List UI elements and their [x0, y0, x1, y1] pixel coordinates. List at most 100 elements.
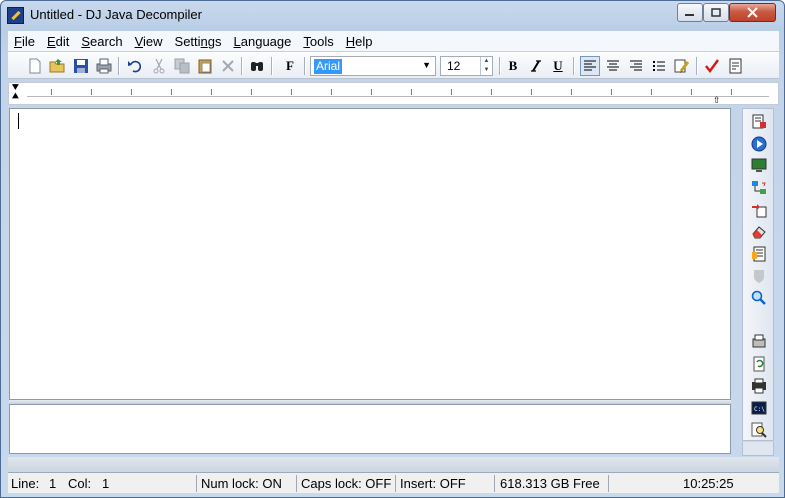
- toolbar-separator: [499, 57, 501, 75]
- find-button[interactable]: [247, 56, 267, 76]
- new-file-button[interactable]: [25, 56, 45, 76]
- chevron-down-icon[interactable]: ▼: [422, 60, 431, 70]
- delete-x-icon: [222, 60, 234, 72]
- scissors-icon: [153, 58, 165, 74]
- menu-file[interactable]: File: [8, 34, 41, 49]
- copy-button[interactable]: [172, 56, 192, 76]
- eraser-button[interactable]: [750, 223, 768, 241]
- menu-edit[interactable]: Edit: [41, 34, 75, 49]
- bullets-button[interactable]: [649, 56, 669, 76]
- status-separator: [196, 475, 197, 492]
- col-value: 1: [102, 476, 110, 491]
- status-separator: [608, 475, 609, 492]
- source-editor[interactable]: [9, 108, 731, 400]
- disassemble-button[interactable]: [750, 377, 768, 395]
- ruler-tick: [571, 89, 572, 95]
- align-center-button[interactable]: [603, 56, 623, 76]
- ruler-tick: [131, 89, 132, 95]
- output-pane[interactable]: [9, 404, 731, 454]
- menu-settings[interactable]: Settings: [169, 34, 228, 49]
- ruler-tick: [91, 89, 92, 95]
- ruler-tick: [211, 89, 212, 95]
- col-label: Col:: [68, 476, 92, 491]
- status-separator: [494, 475, 495, 492]
- archive-button[interactable]: [750, 201, 768, 219]
- binoculars-icon: [251, 62, 263, 71]
- cut-button[interactable]: [149, 56, 169, 76]
- title-bar[interactable]: Untitled - DJ Java Decompiler: [1, 1, 784, 30]
- bold-button[interactable]: B: [503, 56, 523, 76]
- minimize-button[interactable]: [677, 3, 703, 22]
- right-margin-marker-icon[interactable]: ⇧: [713, 95, 721, 106]
- font-name-select[interactable]: Arial ▼: [310, 56, 436, 76]
- properties-button[interactable]: [726, 56, 746, 76]
- font-dialog-button[interactable]: F: [280, 56, 300, 76]
- ruler[interactable]: ⯆ ⯅ ⇧: [8, 82, 779, 105]
- ruler-tick: [491, 89, 492, 95]
- print-preview-button[interactable]: [750, 333, 768, 351]
- ruler-tick: [451, 89, 452, 95]
- align-left-button[interactable]: [580, 56, 600, 76]
- search-class-button[interactable]: [750, 289, 768, 307]
- eraser-icon: [752, 226, 766, 239]
- close-icon: [747, 7, 758, 18]
- insert-object-button[interactable]: [672, 56, 692, 76]
- javah-button[interactable]: [750, 179, 768, 197]
- toolbar-separator: [241, 57, 243, 75]
- disabled-tool-button[interactable]: [750, 267, 768, 285]
- print-button[interactable]: [94, 56, 114, 76]
- play-circle-icon: [751, 136, 767, 152]
- ruler-tick: [51, 89, 52, 95]
- menu-view[interactable]: View: [129, 34, 169, 49]
- horizontal-scroll-strip[interactable]: [8, 457, 779, 469]
- status-separator: [395, 475, 396, 492]
- undo-button[interactable]: [125, 56, 145, 76]
- svg-text:C:\: C:\: [754, 406, 765, 413]
- jar-button[interactable]: [750, 245, 768, 263]
- checkmark-icon: [705, 59, 720, 74]
- spin-arrows-icon[interactable]: ▲ ▼: [480, 57, 492, 75]
- font-size-spinner[interactable]: 12 ▲ ▼: [440, 56, 493, 76]
- maximize-button[interactable]: [703, 3, 729, 22]
- main-toolbar: F Arial ▼ 12 ▲ ▼ B U: [8, 52, 779, 79]
- decompile-button[interactable]: [750, 113, 768, 131]
- menu-help[interactable]: Help: [340, 34, 379, 49]
- menu-tools[interactable]: Tools: [297, 34, 339, 49]
- ruler-tick: [171, 89, 172, 95]
- shield-disabled-icon: [754, 270, 764, 283]
- line-label: Line:: [11, 476, 40, 491]
- ruler-tick: [251, 89, 252, 95]
- num-lock-status: Num lock: ON: [201, 476, 282, 491]
- open-file-button[interactable]: [48, 56, 68, 76]
- ruler-tick: [411, 89, 412, 95]
- toolbar-separator: [696, 57, 698, 75]
- align-right-button[interactable]: [626, 56, 646, 76]
- spell-check-button[interactable]: [702, 56, 722, 76]
- print-preview-icon: [752, 334, 766, 348]
- indent-marker-icon[interactable]: ⯆ ⯅: [11, 83, 20, 103]
- insert-status: Insert: OFF: [400, 476, 466, 491]
- open-folder-icon: [49, 59, 65, 73]
- applet-viewer-button[interactable]: [750, 157, 768, 175]
- document-list-icon: [752, 246, 766, 262]
- save-button[interactable]: [71, 56, 91, 76]
- menu-language[interactable]: Language: [228, 34, 298, 49]
- italic-button[interactable]: [525, 56, 545, 76]
- class-tree-icon: [752, 181, 766, 194]
- free-space-status: 618.313 GB Free: [500, 476, 600, 491]
- close-button[interactable]: [729, 3, 776, 22]
- find-in-files-button[interactable]: [750, 421, 768, 439]
- delete-button[interactable]: [218, 56, 238, 76]
- paste-button[interactable]: [195, 56, 215, 76]
- align-right-icon: [630, 60, 642, 71]
- app-icon[interactable]: [7, 7, 24, 24]
- side-toolbar: C:\: [742, 108, 774, 441]
- run-button[interactable]: [750, 135, 768, 153]
- menu-search[interactable]: Search: [75, 34, 128, 49]
- status-separator: [296, 475, 297, 492]
- underline-button[interactable]: U: [548, 56, 568, 76]
- ruler-tick: [531, 89, 532, 95]
- command-prompt-button[interactable]: C:\: [750, 399, 768, 417]
- italic-icon: [531, 60, 541, 72]
- refresh-button[interactable]: [750, 355, 768, 373]
